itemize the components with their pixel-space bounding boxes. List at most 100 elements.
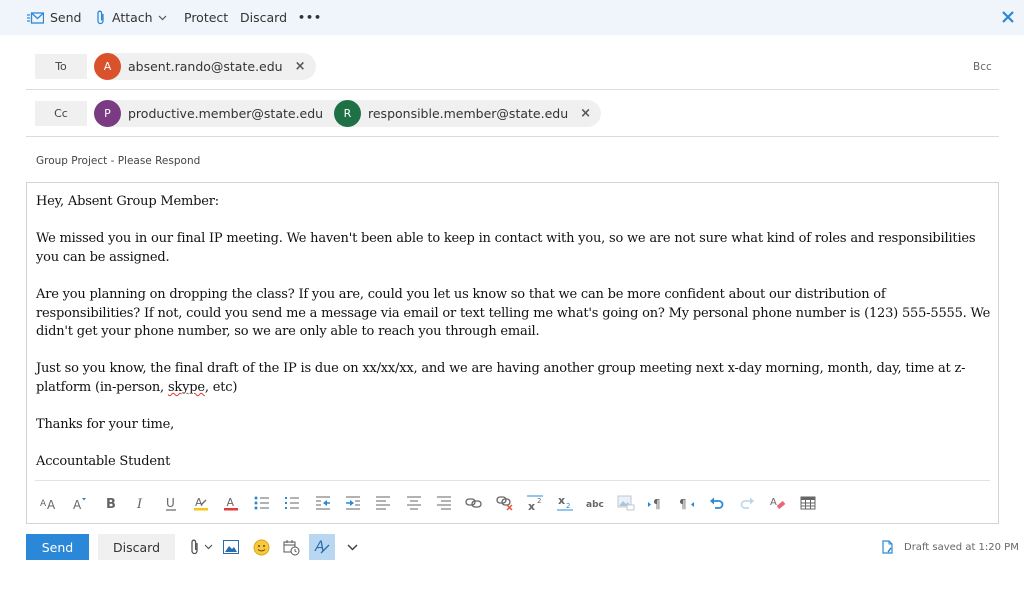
remove-recipient-icon[interactable]: × xyxy=(295,59,306,74)
close-button[interactable] xyxy=(1000,9,1016,25)
message-editor[interactable]: Hey, Absent Group Member: We missed you … xyxy=(26,182,999,524)
highlight-button[interactable]: A xyxy=(189,488,213,518)
to-label: To xyxy=(55,60,67,73)
subject-field[interactable]: Group Project - Please Respond xyxy=(36,155,200,167)
align-left-button[interactable] xyxy=(371,488,395,518)
insert-table-button[interactable] xyxy=(796,488,820,518)
cc-button[interactable]: Cc xyxy=(35,101,87,126)
undo-button[interactable] xyxy=(705,488,729,518)
paperclip-icon xyxy=(190,539,198,555)
avatar: A xyxy=(94,53,121,80)
send-command[interactable]: Send xyxy=(27,0,81,35)
recipient-chip[interactable]: A absent.rando@state.edu × xyxy=(94,53,316,80)
insert-table-icon xyxy=(800,496,816,510)
send-icon xyxy=(27,11,44,24)
redo-button[interactable] xyxy=(735,488,759,518)
chevron-down-icon xyxy=(204,544,212,550)
misspelled-word[interactable]: skype xyxy=(168,380,205,395)
italic-icon: I xyxy=(136,497,143,510)
picture-icon xyxy=(223,540,239,554)
subscript-button[interactable]: x2 xyxy=(553,488,577,518)
draft-status: Draft saved at 1:20 PM xyxy=(882,532,1019,562)
subscript-icon: x2 xyxy=(557,495,573,511)
numbering-icon xyxy=(285,497,299,509)
emoji-button[interactable] xyxy=(251,534,271,560)
clear-formatting-button[interactable]: A xyxy=(766,488,790,518)
grow-font-icon: A xyxy=(73,498,86,510)
svg-text:A: A xyxy=(195,496,203,509)
remove-link-icon xyxy=(496,495,513,511)
recipient-chip[interactable]: R responsible.member@state.edu × xyxy=(334,100,602,127)
recipient-email: productive.member@state.edu xyxy=(128,106,324,121)
paragraph: We missed you in our final IP meeting. W… xyxy=(36,231,976,265)
superscript-button[interactable]: x2 xyxy=(523,488,547,518)
ltr-icon: ¶ xyxy=(648,497,661,510)
recipient-email: absent.rando@state.edu xyxy=(128,59,283,74)
closing: Thanks for your time, xyxy=(36,417,175,433)
formatting-toggle-button[interactable]: A xyxy=(309,534,335,560)
superscript-icon: x2 xyxy=(527,495,543,511)
avatar: R xyxy=(334,100,361,127)
bold-button[interactable]: B xyxy=(99,488,123,518)
paperclip-icon xyxy=(97,10,104,25)
italic-button[interactable]: I xyxy=(129,488,153,518)
underline-button[interactable]: U xyxy=(159,488,183,518)
bcc-button[interactable]: Bcc xyxy=(973,61,992,73)
redo-icon xyxy=(740,497,754,509)
signature: Accountable Student xyxy=(36,454,171,470)
bullets-icon xyxy=(254,496,269,510)
avatar: P xyxy=(94,100,121,127)
schedule-button[interactable] xyxy=(281,534,301,560)
attach-command[interactable]: Attach xyxy=(96,0,167,35)
insert-link-button[interactable] xyxy=(462,488,486,518)
calendar-clock-icon xyxy=(283,539,299,555)
paragraph: Just so you know, the final draft of the… xyxy=(36,361,966,395)
message-body[interactable]: Hey, Absent Group Member: We missed you … xyxy=(36,193,991,491)
font-color-button[interactable]: A xyxy=(219,488,243,518)
align-center-button[interactable] xyxy=(402,488,426,518)
right-to-left-button[interactable]: ¶ xyxy=(675,488,699,518)
svg-text:B: B xyxy=(106,497,116,510)
to-button[interactable]: To xyxy=(35,54,87,79)
insert-picture-icon xyxy=(617,495,635,511)
svg-text:x: x xyxy=(528,500,535,511)
font-size-button[interactable]: AA xyxy=(37,488,61,518)
more-options-button[interactable]: ••• xyxy=(298,0,322,35)
decrease-indent-button[interactable] xyxy=(311,488,335,518)
insert-picture-button[interactable] xyxy=(221,534,241,560)
align-right-icon xyxy=(437,496,451,510)
bullets-button[interactable] xyxy=(250,488,274,518)
bcc-label: Bcc xyxy=(973,61,992,73)
insert-picture-button[interactable] xyxy=(614,488,638,518)
format-text-icon: A xyxy=(314,539,330,555)
recipient-chip[interactable]: P productive.member@state.edu × xyxy=(94,100,357,127)
command-bar: Send Attach Protect Discard ••• xyxy=(0,0,1024,35)
protect-command[interactable]: Protect xyxy=(184,0,228,35)
more-options-button[interactable] xyxy=(343,534,361,560)
remove-link-button[interactable] xyxy=(493,488,517,518)
send-button[interactable]: Send xyxy=(26,534,89,560)
svg-text:abc: abc xyxy=(586,500,604,509)
svg-text:A: A xyxy=(47,498,56,510)
chevron-down-icon xyxy=(158,15,167,20)
discard-button[interactable]: Discard xyxy=(98,534,175,560)
undo-icon xyxy=(710,497,724,509)
close-icon xyxy=(1002,11,1014,23)
left-to-right-button[interactable]: ¶ xyxy=(644,488,668,518)
svg-text:¶: ¶ xyxy=(679,497,687,510)
clear-formatting-icon: A xyxy=(770,497,786,510)
svg-text:A: A xyxy=(73,498,82,510)
strikethrough-button[interactable]: abc xyxy=(584,488,608,518)
attach-button[interactable] xyxy=(186,534,216,560)
bold-icon: B xyxy=(106,497,116,510)
increase-indent-button[interactable] xyxy=(341,488,365,518)
svg-text:¶: ¶ xyxy=(653,497,661,510)
protect-label: Protect xyxy=(184,10,229,25)
discard-command[interactable]: Discard xyxy=(240,0,287,35)
decrease-indent-icon xyxy=(316,496,330,510)
numbering-button[interactable] xyxy=(280,488,304,518)
rtl-icon: ¶ xyxy=(679,497,694,510)
remove-recipient-icon[interactable]: × xyxy=(580,106,591,121)
grow-font-button[interactable]: A xyxy=(68,488,92,518)
align-right-button[interactable] xyxy=(432,488,456,518)
